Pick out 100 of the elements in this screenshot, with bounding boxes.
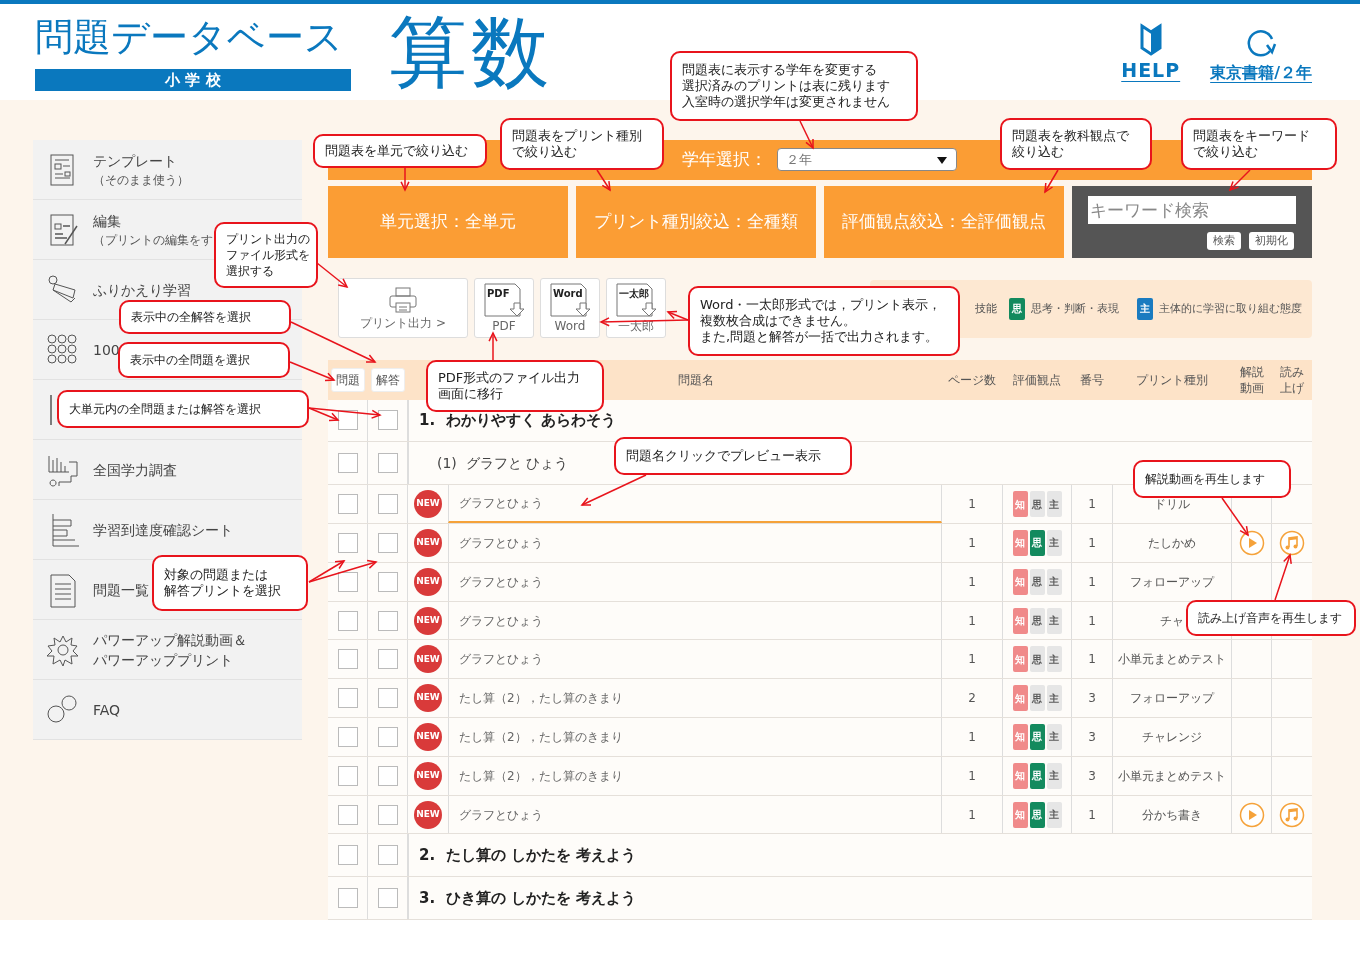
table-cell-text: 1 <box>967 806 977 824</box>
viewpoint-badge: 知 <box>1012 607 1028 634</box>
callout-text: 問題表に表示する学年を変更する <box>682 62 878 78</box>
sidebar-label: 100 <box>93 340 120 360</box>
table-cell: 小単元まとめテスト <box>1112 640 1232 679</box>
column-header: 問題名 <box>678 371 714 388</box>
output-label: PDF <box>492 318 516 333</box>
table-cell-text: 1 <box>967 651 977 669</box>
callout-text: 問題表をプリント種別 <box>512 128 643 144</box>
viewpoint-badge: 思 <box>1029 685 1045 712</box>
subject-title: 算数 <box>389 6 553 99</box>
viewpoint-badge: 知 <box>1012 568 1028 595</box>
table-cell: フォローアップ <box>1112 679 1232 718</box>
logo-title: 問題データベース <box>35 14 344 61</box>
viewpoint-badge: 知 <box>1012 685 1028 712</box>
viewpoint-badge: 知 <box>1012 723 1028 750</box>
new-badge: NEW <box>414 645 442 674</box>
callout-text: 対象の問題または <box>164 567 269 583</box>
viewpoint-badge: 主 <box>1046 529 1062 556</box>
table-cell-text: 1 <box>1087 496 1097 514</box>
viewpoint-badge: 思 <box>1029 723 1045 750</box>
viewpoint-badge: 主 <box>1046 762 1062 789</box>
column-header: プリント種別 <box>1136 371 1208 388</box>
sidebar-sublabel: （そのまま使う） <box>93 171 189 189</box>
table-cell-text: 3 <box>1087 690 1097 708</box>
sidebar-label: 問題一覧 <box>93 580 149 600</box>
sidebar-label: ふりかえり学習 <box>93 280 191 300</box>
viewpoint-badge: 主 <box>1046 685 1062 712</box>
callout-text: 画面に移行 <box>438 386 504 402</box>
output-label: プリント出力 > <box>360 315 446 330</box>
callout-text: PDF形式のファイル出力 <box>438 370 582 386</box>
section-title: 3. ひき算の しかたを 考えよう <box>419 887 637 909</box>
new-badge: NEW <box>414 490 442 519</box>
callout-text: 解答プリントを選択 <box>164 583 282 599</box>
callout-text: 絞り込む <box>1012 144 1065 160</box>
column-header: 読み上げ <box>1280 363 1304 396</box>
column-header: 評価観点 <box>1013 371 1061 388</box>
output-label: Word <box>554 318 586 333</box>
callout-text: 大単元内の全問題または解答を選択 <box>69 401 262 417</box>
table-cell: 小単元まとめテスト <box>1112 756 1232 795</box>
table-cell-text: 1 <box>1087 651 1097 669</box>
table-cell-text: 1 <box>1087 534 1097 552</box>
viewpoint-badge: 知 <box>1012 491 1028 518</box>
school-bar: 小 学 校 <box>35 69 351 91</box>
viewpoint-badge: 主 <box>1046 607 1062 634</box>
viewpoint-badge: 思 <box>1029 762 1045 789</box>
legend-label: 技能 <box>975 300 997 317</box>
sidebar-label: 全国学力調査 <box>93 460 177 480</box>
callout-text: 解説動画を再生します <box>1145 471 1266 487</box>
viewpoint-badge: 知 <box>1012 801 1028 828</box>
new-badge: NEW <box>414 722 442 751</box>
callout-text: 選択する <box>226 263 275 279</box>
callout-text: Word・一太郎形式では，プリント表示， <box>700 297 943 313</box>
callout-text: 入室時の選択学年は変更されません <box>682 94 891 110</box>
viewpoint-badge: 思 <box>1029 646 1045 673</box>
callout-text: 複数枚合成はできません。 <box>700 313 857 329</box>
viewpoint-badge: 主 <box>1046 568 1062 595</box>
viewpoint-badge: 知 <box>1012 762 1028 789</box>
output-label: 一太郎 <box>618 318 654 333</box>
document-icon-label: PDF <box>487 287 510 299</box>
column-header: ページ数 <box>948 371 996 388</box>
table-cell-text: 1 <box>1087 806 1097 824</box>
sidebar-label: 編集 <box>93 211 122 231</box>
viewpoint-badge: 思 <box>1029 491 1045 518</box>
sidebar-label: パワーアップ解説動画＆パワーアッププリント <box>93 630 247 670</box>
viewpoint-badge: 思 <box>1029 801 1045 828</box>
legend-label: 思考・判断・表現 <box>1031 300 1119 317</box>
callout-text: 問題表を単元で絞り込む <box>325 143 469 159</box>
new-badge: NEW <box>414 684 442 713</box>
section-title: 2. たし算の しかたを 考えよう <box>419 845 637 867</box>
table-cell: 分かち書き <box>1112 795 1232 834</box>
callout-text: 問題名クリックでプレビュー表示 <box>626 448 822 464</box>
sidebar-sublabel: （プリントの編集をす <box>93 231 213 249</box>
column-header: 番号 <box>1080 371 1104 388</box>
table-cell-text: 1 <box>1087 612 1097 630</box>
table-cell-text: 1 <box>967 612 977 630</box>
table-cell-text: 3 <box>1087 767 1097 785</box>
grade-label: 学年選択： <box>682 148 767 172</box>
new-badge: NEW <box>414 761 442 790</box>
viewpoint-badge: 知 <box>1012 646 1028 673</box>
table-cell-text: 2 <box>967 690 977 708</box>
document-icon-label: 一太郎 <box>619 287 649 299</box>
viewpoint-badge: 思 <box>1029 529 1045 556</box>
callout-text: で絞り込む <box>512 144 578 160</box>
viewpoint-badge: 思 <box>1009 297 1025 320</box>
column-header: 解説動画 <box>1240 363 1264 396</box>
sidebar-label: FAQ <box>93 700 121 720</box>
viewpoint-badge: 知 <box>1012 529 1028 556</box>
viewpoint-badge: 思 <box>1029 568 1045 595</box>
subsection-title: (1) グラフと ひょう <box>437 453 569 473</box>
callout-text: で絞り込む <box>1193 144 1259 160</box>
viewpoint-badge: 主 <box>1046 646 1062 673</box>
table-cell-text: 1 <box>967 573 977 591</box>
callout-text: 選択済みのプリントは表に残ります <box>682 78 891 94</box>
callout-text: また,問題と解答が一括で出力されます。 <box>700 329 940 345</box>
table-cell: チャレンジ <box>1112 718 1232 756</box>
viewpoint-badge: 思 <box>1029 607 1045 634</box>
table-cell-text: 1 <box>967 728 977 746</box>
viewpoint-badge: 主 <box>1046 491 1062 518</box>
viewpoint-badge: 主 <box>1046 723 1062 750</box>
